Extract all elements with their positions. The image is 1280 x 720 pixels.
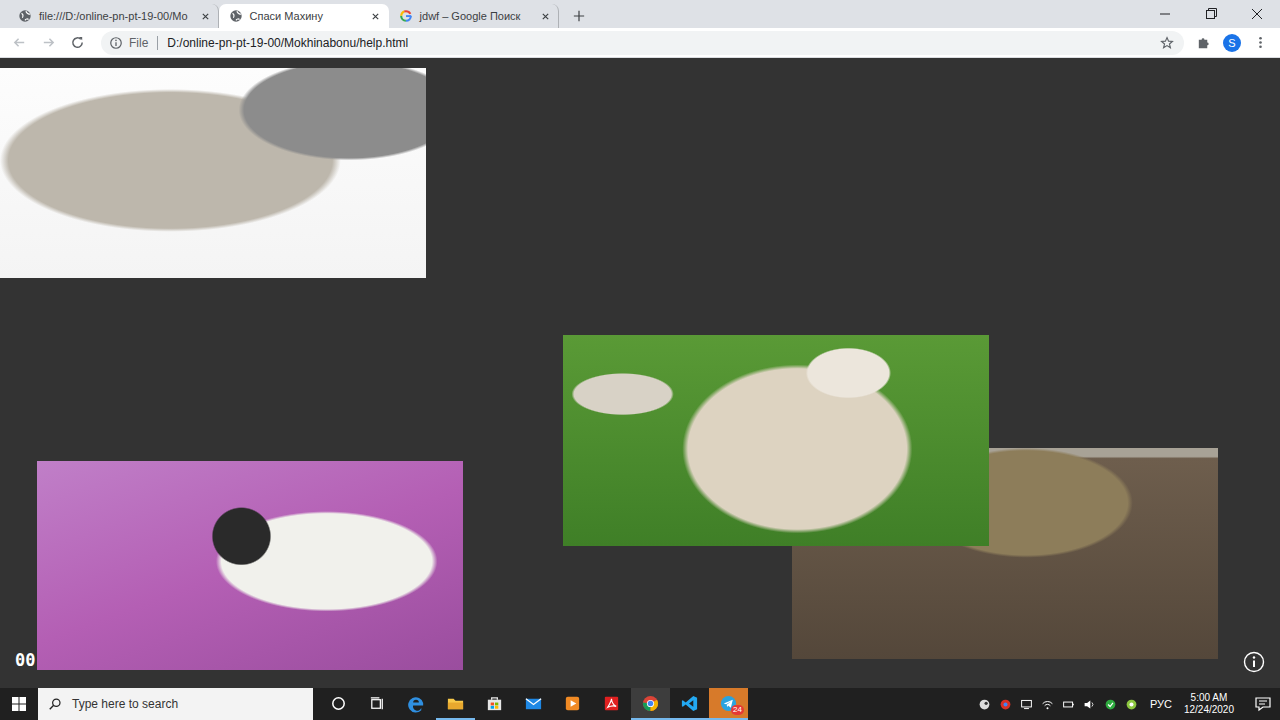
wifi-icon[interactable] [1041, 698, 1054, 711]
tab-strip: file:///D:/online-pn-pt-19-00/Mo Спаси Ма… [0, 0, 1280, 28]
counter-text: 00 [15, 650, 35, 670]
search-icon [48, 697, 62, 711]
sync-icon[interactable] [1104, 698, 1117, 711]
restore-icon[interactable] [1188, 0, 1234, 28]
notification-center-icon[interactable] [1254, 695, 1272, 713]
tab-label: file:///D:/online-pn-pt-19-00/Mo [39, 10, 188, 22]
taskbar-app[interactable] [436, 688, 475, 720]
taskbar-app[interactable] [631, 688, 670, 720]
taskbar-app[interactable] [358, 688, 397, 720]
close-icon[interactable] [201, 12, 210, 21]
star-icon[interactable] [1160, 36, 1174, 50]
store-icon [485, 694, 504, 713]
page-canvas: 00 [0, 58, 1280, 688]
back-arrow-icon[interactable] [12, 35, 27, 50]
steam-icon[interactable] [978, 698, 991, 711]
chrome-icon [641, 694, 660, 713]
forward-arrow-icon[interactable] [41, 35, 56, 50]
browser-tab[interactable]: file:///D:/online-pn-pt-19-00/Mo [8, 4, 219, 28]
skype-icon[interactable] [1125, 698, 1138, 711]
folder-icon [446, 694, 465, 713]
globe-icon [18, 9, 32, 23]
edge-icon [407, 694, 426, 713]
close-icon[interactable] [541, 12, 550, 21]
toolbar: File D:/online-pn-pt-19-00/Mokhinabonu/he… [0, 28, 1280, 58]
taskbar-app[interactable] [514, 688, 553, 720]
taskbar-app[interactable] [475, 688, 514, 720]
clock[interactable]: 5:00 AM12/24/2020 [1180, 692, 1238, 716]
tab-label: jdwf – Google Поиск [420, 10, 528, 22]
url-text: D:/online-pn-pt-19-00/Mokhinabonu/help.h… [167, 36, 1154, 50]
reload-icon[interactable] [70, 35, 85, 50]
taskbar: Type here to search 24 РУС 5:00 AM12/24/202… [0, 688, 1280, 720]
minimize-icon[interactable] [1142, 0, 1188, 28]
globe-icon [229, 9, 243, 23]
windows-logo-icon[interactable] [0, 688, 38, 720]
tab-label: Спаси Махину [250, 10, 358, 22]
taskbar-search[interactable]: Type here to search [38, 688, 313, 720]
language-indicator[interactable]: РУС [1150, 698, 1172, 710]
clock-date: 12/24/2020 [1184, 704, 1234, 716]
taskbar-app[interactable] [670, 688, 709, 720]
mail-icon [524, 694, 543, 713]
taskbar-app[interactable] [553, 688, 592, 720]
plus-icon[interactable] [573, 10, 585, 22]
info-icon[interactable] [109, 36, 123, 50]
separator [157, 36, 158, 50]
scheme-label: File [129, 36, 148, 50]
sheep-photo [37, 461, 463, 670]
search-placeholder: Type here to search [72, 697, 178, 711]
info-icon[interactable] [1243, 651, 1265, 673]
address-bar[interactable]: File D:/online-pn-pt-19-00/Mokhinabonu/he… [101, 31, 1184, 55]
vscode-icon [680, 694, 699, 713]
google-icon [399, 9, 413, 23]
taskbar-app[interactable]: 24 [709, 688, 748, 720]
taskbar-app[interactable] [592, 688, 631, 720]
browser-tab[interactable]: Спаси Махину [219, 4, 389, 28]
taskbar-app[interactable] [319, 688, 358, 720]
battery-icon[interactable] [1062, 698, 1075, 711]
close-window-icon[interactable] [1234, 0, 1280, 28]
taskbar-apps: 24 [319, 688, 748, 720]
notification-badge: 24 [731, 705, 744, 715]
tab-list: file:///D:/online-pn-pt-19-00/Mo Спаси Ма… [0, 0, 585, 28]
sheep-photo [0, 68, 426, 278]
system-tray: РУС 5:00 AM12/24/2020 [978, 688, 1280, 720]
menu-dots-icon[interactable] [1253, 35, 1268, 50]
browser-window: file:///D:/online-pn-pt-19-00/Mo Спаси Ма… [0, 0, 1280, 720]
acrobat-icon [602, 694, 621, 713]
sheep-photo [563, 335, 989, 546]
window-controls [1142, 0, 1280, 28]
profile-avatar[interactable]: S [1223, 34, 1241, 52]
monitor-icon[interactable] [1020, 698, 1033, 711]
media-player-icon [563, 694, 582, 713]
close-icon[interactable] [371, 12, 380, 21]
cortana-icon [329, 694, 348, 713]
browser-tab[interactable]: jdwf – Google Поиск [389, 4, 559, 28]
volume-icon[interactable] [1083, 698, 1096, 711]
taskbar-app[interactable] [397, 688, 436, 720]
clock-time: 5:00 AM [1191, 692, 1228, 704]
puzzle-icon[interactable] [1196, 35, 1211, 50]
task-view-icon [368, 694, 387, 713]
app-tray-icon[interactable] [999, 698, 1012, 711]
